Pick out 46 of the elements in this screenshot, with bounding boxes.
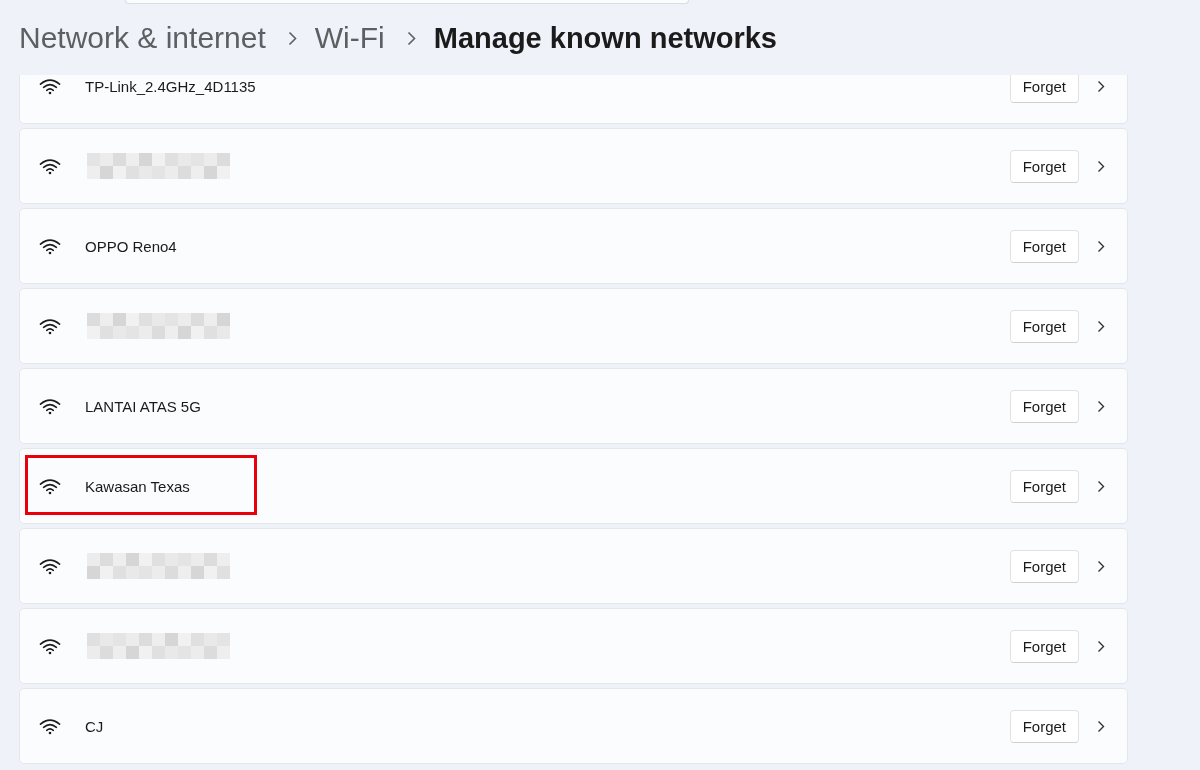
network-row[interactable]: LANTAI ATAS 5G Forget (19, 368, 1128, 444)
breadcrumb-link[interactable]: Wi-Fi (314, 21, 385, 55)
network-row[interactable]: Forget (19, 288, 1128, 364)
network-row[interactable]: OPPO Reno4 Forget (19, 208, 1128, 284)
chevron-right-icon (1097, 79, 1105, 93)
network-row[interactable]: Kawasan Texas Forget (19, 448, 1128, 524)
network-row[interactable]: Forget (19, 608, 1128, 684)
wifi-icon (39, 317, 61, 335)
network-row[interactable]: CJ Forget (19, 688, 1128, 764)
breadcrumb-link[interactable]: Network & internet (19, 21, 266, 55)
network-row[interactable]: Forget (19, 128, 1128, 204)
chevron-right-icon (1097, 559, 1105, 573)
network-name: OPPO Reno4 (85, 237, 177, 255)
wifi-icon (39, 557, 61, 575)
forget-button[interactable]: Forget (1009, 629, 1079, 663)
network-row[interactable]: Forget (19, 528, 1128, 604)
forget-button[interactable]: Forget (1009, 229, 1079, 263)
forget-button[interactable]: Forget (1009, 709, 1079, 743)
page-title: Manage known networks (433, 21, 777, 55)
wifi-icon (39, 157, 61, 175)
chevron-right-icon (1097, 319, 1105, 333)
wifi-icon (39, 77, 61, 95)
wifi-icon (39, 397, 61, 415)
forget-button[interactable]: Forget (1009, 389, 1079, 423)
network-row[interactable]: TP-Link_2.4GHz_4D1135 Forget (19, 75, 1128, 124)
chevron-right-icon (1097, 479, 1105, 493)
wifi-icon (39, 717, 61, 735)
forget-button[interactable]: Forget (1009, 309, 1079, 343)
chevron-right-icon (1097, 719, 1105, 733)
wifi-icon (39, 637, 61, 655)
network-name: LANTAI ATAS 5G (85, 397, 201, 415)
forget-button[interactable]: Forget (1009, 549, 1079, 583)
chevron-right-icon (1097, 639, 1105, 653)
wifi-icon (39, 237, 61, 255)
forget-button[interactable]: Forget (1009, 149, 1079, 183)
network-name: Kawasan Texas (85, 477, 190, 495)
forget-button[interactable]: Forget (1009, 469, 1079, 503)
chevron-right-icon (406, 30, 416, 46)
chevron-right-icon (287, 30, 297, 46)
chevron-right-icon (1097, 239, 1105, 253)
network-name: CJ (85, 717, 104, 735)
forget-button[interactable]: Forget (1009, 75, 1079, 103)
network-name: TP-Link_2.4GHz_4D1135 (85, 77, 256, 95)
wifi-icon (39, 477, 61, 495)
chevron-right-icon (1097, 399, 1105, 413)
chevron-right-icon (1097, 159, 1105, 173)
